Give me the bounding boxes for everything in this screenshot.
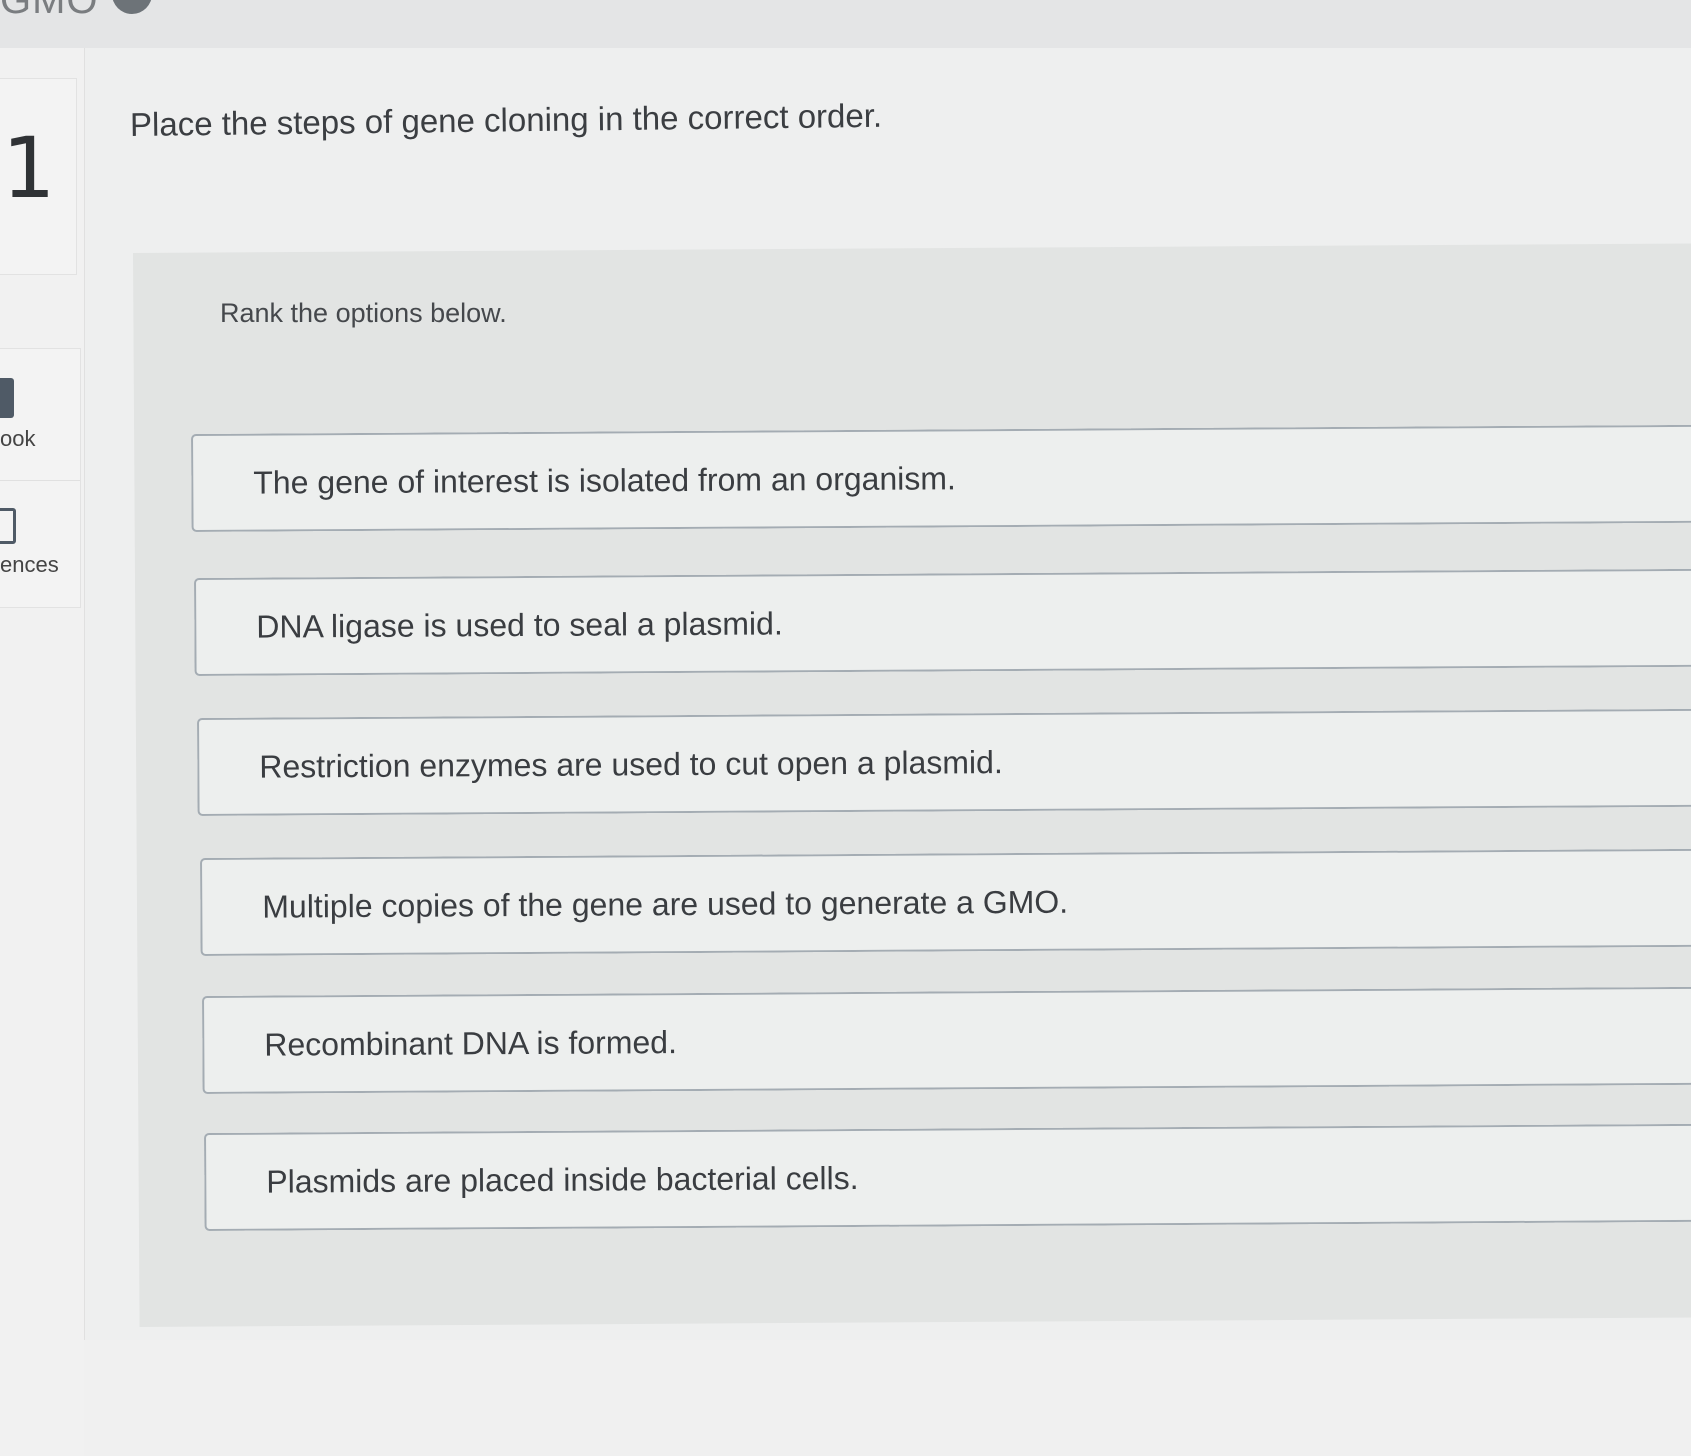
rank-option[interactable]: Multiple copies of the gene are used to … [200,848,1691,956]
side-tools-divider [0,480,80,481]
page-bottom-area [84,1340,1691,1456]
rank-option-label: Multiple copies of the gene are used to … [262,883,1069,925]
header-title-fragment: GMO [0,0,99,22]
ebook-label[interactable]: ook [0,426,35,452]
rank-option-label: Recombinant DNA is formed. [264,1024,678,1063]
info-icon[interactable] [112,0,152,14]
question-number: 1 [2,119,56,217]
question-prompt: Place the steps of gene cloning in the c… [129,96,883,143]
rank-option[interactable]: Recombinant DNA is formed. [202,986,1691,1094]
rank-option-label: Restriction enzymes are used to cut open… [259,744,1003,785]
rank-option-label: Plasmids are placed inside bacterial cel… [266,1160,859,1200]
clipboard-icon[interactable] [0,508,16,544]
rank-option[interactable]: DNA ligase is used to seal a plasmid. [194,568,1691,676]
rank-option[interactable]: Plasmids are placed inside bacterial cel… [204,1123,1691,1231]
rank-option[interactable]: Restriction enzymes are used to cut open… [197,708,1691,816]
book-icon[interactable] [0,378,14,418]
references-label[interactable]: ences [0,552,59,578]
ranking-instruction: Rank the options below. [220,298,507,328]
rank-option-label: DNA ligase is used to seal a plasmid. [256,605,783,645]
rank-option-label: The gene of interest is isolated from an… [253,460,956,501]
top-header-strip: GMO [0,0,1691,48]
rank-option[interactable]: The gene of interest is isolated from an… [191,424,1691,532]
